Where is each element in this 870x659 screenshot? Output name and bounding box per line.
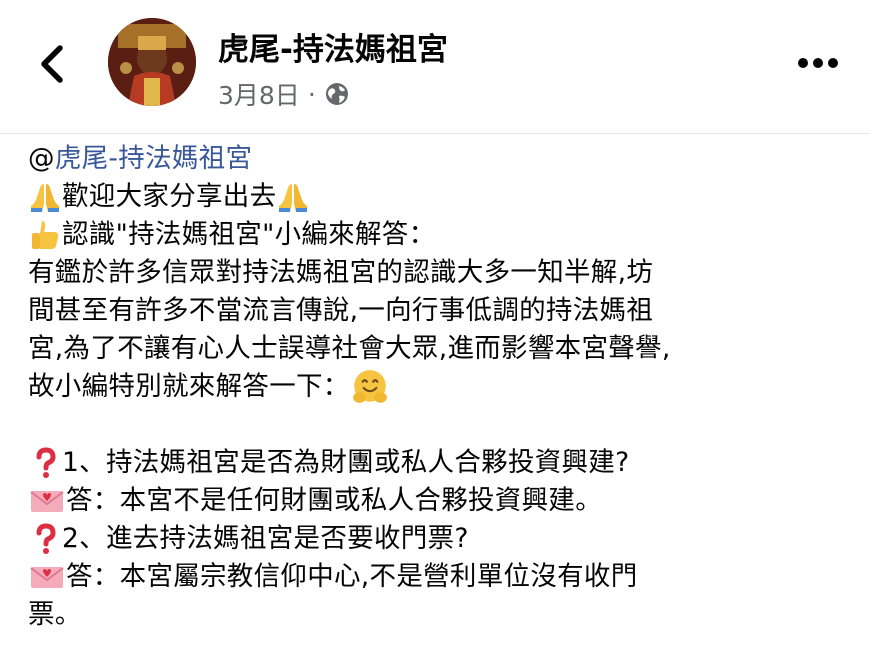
answer-2-continued: 票。 xyxy=(28,599,82,630)
page-avatar[interactable] xyxy=(108,18,196,106)
question-2: 2、進去持法媽祖宮是否要收門票? xyxy=(28,520,858,558)
thumbs-up-icon xyxy=(32,221,59,249)
answer-1: 答：本宮不是任何財團或私人合夥投資興建。 xyxy=(28,482,858,520)
paragraph-line: 有鑑於許多信眾對持法媽祖宮的認識大多一知半解,坊 xyxy=(28,257,654,288)
answer-2: 答：本宮屬宗教信仰中心,不是營利單位沒有收門 xyxy=(28,558,858,596)
paragraph-line-text: 故小編特別就來解答一下： xyxy=(28,371,350,402)
hugging-face-icon xyxy=(352,370,387,403)
back-button[interactable] xyxy=(30,38,78,90)
welcome-text: 歡迎大家分享出去 xyxy=(62,181,277,212)
answer-text: 答：本宮屬宗教信仰中心,不是營利單位沒有收門 xyxy=(66,561,638,592)
mention-at: @ xyxy=(28,143,55,174)
post-date[interactable]: 3月8日 xyxy=(218,76,300,112)
chevron-left-icon xyxy=(41,45,63,83)
folded-hands-icon xyxy=(31,184,59,212)
more-options-button[interactable] xyxy=(796,50,840,76)
question-mark-icon xyxy=(36,523,56,554)
post-header: 虎尾-持法媽祖宮 3月8日 · xyxy=(0,0,870,134)
meta-separator: · xyxy=(307,79,316,109)
post-body: @ 虎尾-持法媽祖宮 歡迎大家分享出去 認識"持法媽祖宮"小編來解答： 有鑑於許多… xyxy=(28,140,858,634)
page-mention-link[interactable]: 虎尾-持法媽祖宮 xyxy=(55,140,252,178)
intro-line: 認識"持法媽祖宮"小編來解答： xyxy=(28,216,858,254)
paragraph-last-line: 故小編特別就來解答一下： xyxy=(28,368,858,406)
envelope-heart-icon xyxy=(30,491,64,512)
intro-text: 認識"持法媽祖宮"小編來解答： xyxy=(62,219,436,250)
question-1: 1、持法媽祖宮是否為財團或私人合夥投資興建? xyxy=(28,444,858,482)
header-divider xyxy=(0,133,870,134)
paragraph-line: 間甚至有許多不當流言傳說,一向行事低調的持法媽祖 xyxy=(28,295,654,326)
post-meta: 3月8日 · xyxy=(218,78,350,110)
paragraph-line: 宮,為了不讓有心人士誤導社會大眾,進而影響本宮聲譽, xyxy=(28,333,671,364)
question-text: 2、進去持法媽祖宮是否要收門票? xyxy=(62,523,469,554)
question-text: 1、持法媽祖宮是否為財團或私人合夥投資興建? xyxy=(62,447,630,478)
envelope-heart-icon xyxy=(30,567,64,588)
question-mark-icon xyxy=(36,447,56,478)
answer-text: 答：本宮不是任何財團或私人合夥投資興建。 xyxy=(66,485,602,516)
page-name[interactable]: 虎尾-持法媽祖宮 xyxy=(218,24,448,69)
folded-hands-icon xyxy=(279,184,308,212)
welcome-line: 歡迎大家分享出去 xyxy=(28,178,858,216)
mention-line: @ 虎尾-持法媽祖宮 xyxy=(28,140,858,178)
more-horizontal-icon xyxy=(798,58,838,68)
deity-portrait xyxy=(108,18,196,106)
globe-icon[interactable] xyxy=(324,81,350,107)
